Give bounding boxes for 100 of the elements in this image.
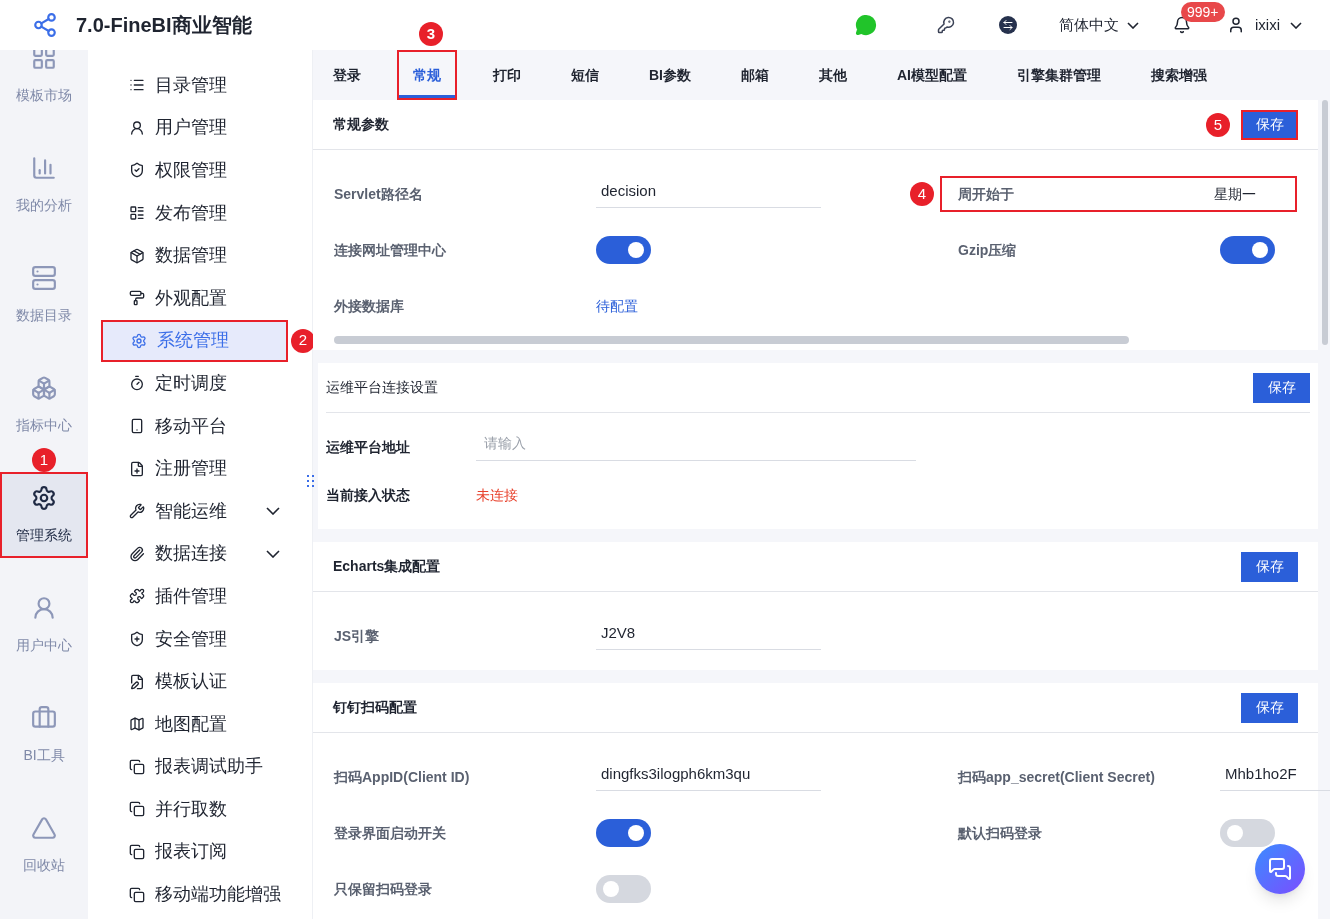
field-label: 运维平台地址 bbox=[326, 437, 411, 457]
puzzle-icon bbox=[129, 588, 145, 605]
section-title: 钉钉扫码配置 bbox=[333, 698, 417, 717]
vertical-scrollbar[interactable] bbox=[1322, 100, 1328, 345]
save-button[interactable]: 保存 bbox=[1241, 692, 1298, 723]
field-label: 外接数据库 bbox=[334, 296, 405, 316]
save-button[interactable]: 保存 bbox=[1241, 109, 1298, 140]
map-icon bbox=[129, 716, 145, 733]
text-field[interactable]: dingfks3ilogph6km3qu bbox=[596, 763, 821, 791]
toggle-switch[interactable] bbox=[596, 236, 651, 264]
user-icon bbox=[31, 594, 57, 621]
save-button[interactable]: 保存 bbox=[1241, 551, 1298, 582]
file-plus-icon bbox=[129, 460, 145, 477]
menu-item[interactable]: 智能运维 bbox=[101, 489, 288, 533]
toggle-switch[interactable] bbox=[596, 819, 651, 847]
configure-link[interactable]: 待配置 bbox=[596, 295, 638, 317]
address-input[interactable]: 请输入 bbox=[476, 433, 916, 461]
menu-item[interactable]: 注册管理 bbox=[101, 447, 288, 490]
toggle-switch[interactable] bbox=[1220, 236, 1275, 264]
field-label: 连接网址管理中心 bbox=[334, 240, 447, 260]
menu-item[interactable]: 移动端功能增强 bbox=[101, 873, 288, 916]
toggle-switch[interactable] bbox=[1220, 819, 1275, 847]
text-field[interactable]: Mhb1ho2F bbox=[1220, 763, 1330, 791]
field-label: 只保留扫码登录 bbox=[334, 879, 433, 899]
menu-item[interactable]: 并行取数 bbox=[101, 788, 288, 831]
settings-tab[interactable]: 打印 bbox=[479, 50, 535, 100]
section-title: 常规参数 bbox=[333, 115, 389, 134]
swap-icon[interactable] bbox=[999, 16, 1017, 34]
annotation-number: 2 bbox=[291, 328, 315, 353]
menu-item[interactable]: 地图配置 bbox=[101, 702, 288, 746]
app-title: 7.0-FineBI商业智能 bbox=[76, 13, 252, 38]
menu-item[interactable]: 目录管理 bbox=[101, 64, 288, 107]
rail-item[interactable]: 管理系统 bbox=[0, 472, 88, 558]
triangle-icon bbox=[31, 814, 57, 841]
bar-chart-icon bbox=[31, 154, 57, 181]
status-text: 未连接 bbox=[476, 485, 518, 505]
field-label: Gzip压缩 bbox=[958, 240, 1018, 260]
section-title: Echarts集成配置 bbox=[333, 557, 441, 576]
text-field[interactable]: J2V8 bbox=[596, 622, 821, 650]
briefcase-icon bbox=[31, 704, 57, 731]
shield-plus-icon bbox=[129, 631, 145, 647]
chevron-icon[interactable] bbox=[1127, 21, 1139, 29]
drag-handle-icon[interactable] bbox=[307, 475, 314, 487]
copy-icon bbox=[129, 886, 145, 903]
menu-item[interactable]: 数据连接 bbox=[101, 532, 288, 576]
field-label: 当前接入状态 bbox=[326, 485, 411, 505]
annotation-number: 5 bbox=[1206, 113, 1230, 137]
menu-item[interactable]: 安全管理 bbox=[101, 617, 288, 661]
menu-item[interactable]: 权限管理 bbox=[101, 149, 288, 192]
settings-tab[interactable]: 短信 bbox=[557, 50, 613, 100]
save-button[interactable]: 保存 bbox=[1253, 372, 1310, 403]
settings-tab[interactable]: 登录 bbox=[319, 50, 375, 100]
user-icon[interactable] bbox=[1227, 16, 1245, 34]
menu-item[interactable]: 插件管理 bbox=[101, 575, 288, 618]
settings-icon bbox=[131, 332, 147, 349]
logo-icon bbox=[32, 12, 58, 38]
settings-tab[interactable]: 引擎集群管理 bbox=[1003, 50, 1115, 100]
menu-item[interactable]: 移动平台 bbox=[101, 404, 288, 448]
copy-icon bbox=[129, 801, 145, 818]
menu-item[interactable]: 报表调试助手 bbox=[101, 745, 288, 789]
settings-tab[interactable]: 其他 bbox=[805, 50, 861, 100]
paperclip-icon bbox=[129, 545, 145, 562]
menu-item[interactable]: 外观配置 bbox=[101, 276, 288, 320]
timer-icon bbox=[129, 375, 145, 392]
field-label: 默认扫码登录 bbox=[958, 823, 1043, 843]
menu-item[interactable]: 数据管理 bbox=[101, 234, 288, 277]
shield-icon bbox=[129, 162, 145, 179]
settings-tab[interactable]: 搜索增强 bbox=[1137, 50, 1221, 100]
menu-item[interactable]: 用户管理 bbox=[101, 106, 288, 150]
file-edit-icon bbox=[129, 673, 145, 690]
user-icon bbox=[129, 119, 145, 136]
chevron-icon[interactable] bbox=[1290, 21, 1302, 29]
settings-tab[interactable]: 邮箱 bbox=[727, 50, 783, 100]
menu-item[interactable]: 模板认证 bbox=[101, 660, 288, 703]
menu-item[interactable]: 发布管理 bbox=[101, 191, 288, 235]
server-icon bbox=[31, 264, 57, 291]
settings-tab[interactable]: AI模型配置 bbox=[883, 50, 981, 100]
field-label: JS引擎 bbox=[334, 626, 381, 646]
layout-icon bbox=[129, 205, 145, 222]
grid-icon bbox=[31, 50, 57, 71]
text-field[interactable]: decision bbox=[596, 180, 821, 208]
field-label: 扫码AppID(Client ID) bbox=[334, 767, 471, 787]
annotation-number: 4 bbox=[910, 182, 934, 206]
toggle-switch[interactable] bbox=[596, 875, 651, 903]
phone-icon bbox=[129, 418, 145, 435]
week-start-select[interactable]: 星期一 bbox=[1214, 183, 1256, 205]
settings-tab[interactable]: BI参数 bbox=[635, 50, 705, 100]
horizontal-scrollbar[interactable] bbox=[334, 336, 1129, 344]
menu-item[interactable]: 定时调度 bbox=[101, 362, 288, 405]
cubes-icon bbox=[31, 374, 57, 401]
language-select[interactable]: 简体中文 bbox=[1059, 13, 1139, 37]
gear-icon bbox=[31, 484, 57, 511]
field-label: 扫码app_secret(Client Secret) bbox=[958, 767, 1156, 787]
bell-icon[interactable] bbox=[1173, 16, 1191, 34]
user-menu[interactable]: ixixi bbox=[1255, 13, 1302, 37]
menu-item[interactable]: 报表订阅 bbox=[101, 830, 288, 874]
copy-icon bbox=[129, 844, 145, 860]
field-label: 周开始于 bbox=[958, 184, 1015, 204]
annotation-number: 1 bbox=[32, 448, 56, 472]
field-label: Servlet路径名 bbox=[334, 184, 424, 204]
